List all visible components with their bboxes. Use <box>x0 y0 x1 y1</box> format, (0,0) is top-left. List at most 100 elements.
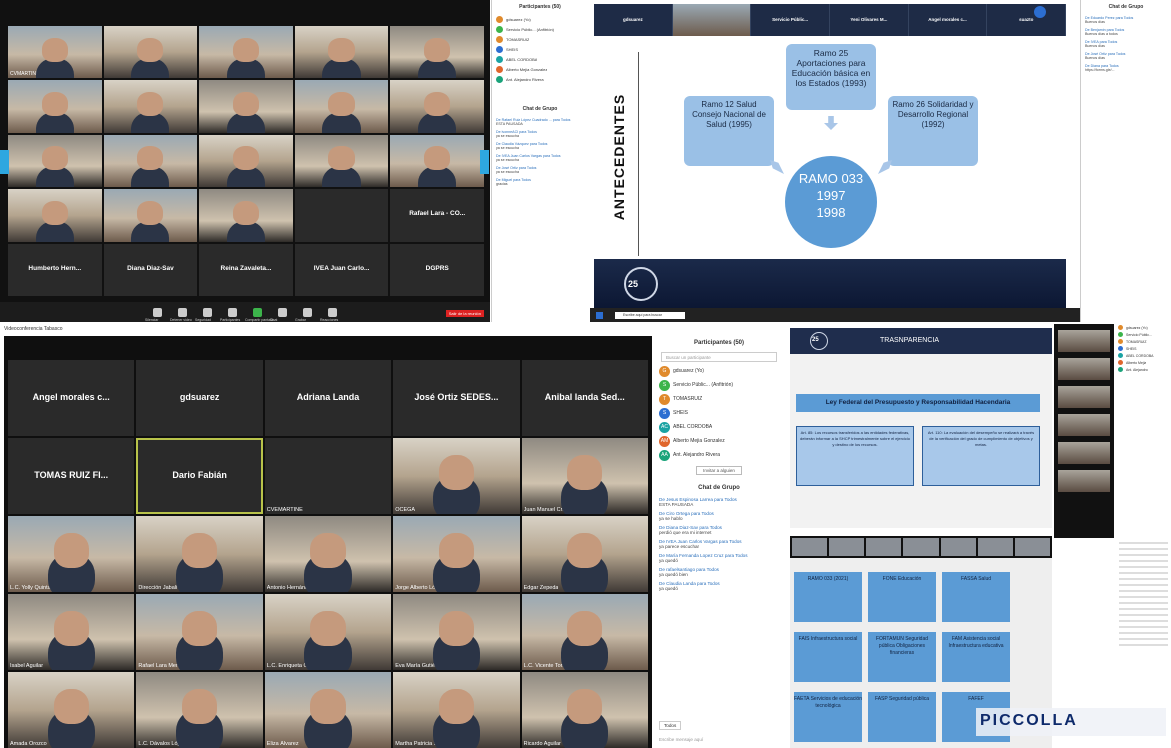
video-tile[interactable]: IVEA Juan Carlo... <box>294 243 389 296</box>
toggle-view-icon[interactable] <box>1034 6 1046 18</box>
participant-row[interactable]: ABEL CORDOBA <box>1116 352 1171 359</box>
video-tile[interactable]: Rafael Lara - CO... <box>390 189 484 242</box>
video-tile[interactable]: Juan Manuel Cruz Hdez <box>521 438 648 514</box>
video-tile[interactable]: L.C. Enriqueta Gómez <box>264 594 392 670</box>
chat-input[interactable]: Escribe mensaje aquí <box>659 737 703 742</box>
video-tile[interactable] <box>103 189 198 242</box>
toolbar-button[interactable]: Silenciar <box>145 307 162 322</box>
participant-search[interactable]: Buscar un participante <box>661 352 777 362</box>
video-tile[interactable] <box>8 189 102 242</box>
strip-tile[interactable]: Yeni Olivares M... <box>830 4 909 36</box>
video-tile[interactable] <box>199 26 293 79</box>
video-tile[interactable]: Jorge Alberto López <box>393 516 520 592</box>
participant-row[interactable]: Alberto Mejia <box>1116 359 1171 366</box>
participant-row[interactable]: T TOMASRUIZ <box>655 392 783 406</box>
video-tile[interactable] <box>390 26 484 79</box>
participant-row[interactable]: gdsuarez (Yo) <box>492 14 588 24</box>
video-tile[interactable] <box>8 80 102 133</box>
video-tile[interactable] <box>199 80 293 133</box>
video-tile[interactable]: Diana Diaz-Sav <box>103 243 198 296</box>
video-tile[interactable] <box>103 134 198 188</box>
video-tile[interactable]: Amada Orozco <box>8 672 135 748</box>
video-tile[interactable]: Adriana Landa <box>264 360 392 436</box>
video-tile[interactable]: Edgar Zepeda <box>521 516 648 592</box>
article-85-box: Art. 85: Los recursos transferidos a las… <box>796 426 914 486</box>
video-tile[interactable] <box>294 189 389 242</box>
participant-label: Amada Orozco <box>10 741 47 747</box>
participant-name: Ant. Alejandro Rivera <box>673 452 720 458</box>
video-tile[interactable]: CVEMARTINE <box>264 438 392 514</box>
video-tile[interactable]: Dirección Jabali <box>136 516 263 592</box>
prev-page-arrow[interactable] <box>0 150 9 174</box>
diagonal-arrow-left <box>770 160 784 174</box>
toolbar-button[interactable]: Seguridad <box>195 307 212 322</box>
toolbar-button[interactable]: Reacciones <box>320 307 338 322</box>
participant-row[interactable]: SHEIS <box>492 44 588 54</box>
video-tile[interactable]: Ricardo Aguilar <box>521 672 648 748</box>
video-tile[interactable] <box>294 80 389 133</box>
toolbar-button[interactable]: Participantes <box>220 307 240 322</box>
video-tile[interactable]: DGPRS <box>390 243 484 296</box>
video-tile[interactable] <box>103 26 198 79</box>
participant-row[interactable]: gdsuarez (Yo) <box>1116 324 1171 331</box>
toolbar-button[interactable]: Detener video <box>170 307 192 322</box>
video-tile[interactable]: L.C. Vicente Torres <box>521 594 648 670</box>
participant-row[interactable]: Ggdsuarez (Yo) <box>655 364 783 378</box>
video-tile[interactable]: gdsuarez <box>136 360 263 436</box>
video-tile[interactable]: OCEGA <box>393 438 520 514</box>
participant-row[interactable]: Ant. Alejandro <box>1116 366 1171 373</box>
video-tile[interactable]: Dario Fabián <box>136 438 263 514</box>
next-page-arrow[interactable] <box>480 150 489 174</box>
video-tile[interactable] <box>390 134 484 188</box>
video-tile[interactable]: L.C. Yolly Quintana Rodriguez <box>8 516 135 592</box>
participant-row[interactable]: TOMASRUIZ <box>1116 338 1171 345</box>
toolbar-button[interactable]: Grabar <box>295 307 312 322</box>
participant-row[interactable]: S Servicio Públic... (Anfitrión) <box>655 378 783 392</box>
video-tile[interactable]: Antonio Hernández Zavala <box>264 516 392 592</box>
strip-tile[interactable]: Angel morales c... <box>909 4 988 36</box>
toolbar-button[interactable]: Chat <box>270 307 287 322</box>
video-tile[interactable]: Anibal landa Sed... <box>521 360 648 436</box>
participant-row[interactable]: ABEL CORDOBA <box>492 54 588 64</box>
video-tile[interactable] <box>103 80 198 133</box>
video-tile[interactable]: José Ortiz SEDES... <box>393 360 520 436</box>
video-tile[interactable]: Martha Patricia Santiago <box>393 672 520 748</box>
video-tile[interactable]: CVMARTINE <box>8 26 102 79</box>
video-tile[interactable]: Eliza Álvarez <box>264 672 392 748</box>
participant-row[interactable]: AC ABEL CORDOBA <box>655 420 783 434</box>
video-tile[interactable]: Isabel Aguilar <box>8 594 135 670</box>
video-tile[interactable]: Rafael Lara Mena <box>136 594 263 670</box>
strip-tile[interactable]: suazto <box>987 4 1067 36</box>
video-tile[interactable] <box>199 189 293 242</box>
recipient-select[interactable]: Todos <box>659 721 682 730</box>
participant-row[interactable]: AA Ant. Alejandro Rivera <box>655 448 783 462</box>
video-tile[interactable] <box>294 134 389 188</box>
leave-button[interactable]: Salir de la reunión <box>445 310 484 317</box>
participant-row[interactable]: Alberto Mejia Gonzalez <box>492 64 588 74</box>
taskbar-search[interactable]: Escribe aquí para buscar <box>615 311 685 319</box>
participant-row[interactable]: TOMASRUIZ <box>492 34 588 44</box>
participant-row[interactable]: AM Alberto Mejia Gonzalez <box>655 434 783 448</box>
participant-row[interactable]: S SHEIS <box>655 406 783 420</box>
toolbar-button[interactable]: Compartir pantalla <box>245 307 274 322</box>
video-tile[interactable] <box>294 26 389 79</box>
video-tile[interactable]: Humberto Hern... <box>8 243 102 296</box>
participant-name: Dario Fabián <box>172 469 227 480</box>
video-tile[interactable] <box>8 134 102 188</box>
participant-row[interactable]: Servicio Públic... (Anfitrión) <box>492 24 588 34</box>
participant-row[interactable]: Ant. Alejandro Rivera <box>492 74 588 84</box>
video-tile[interactable] <box>199 134 293 188</box>
windows-start-icon[interactable] <box>596 311 603 319</box>
invite-button[interactable]: Invitar a alguien <box>696 466 742 475</box>
participant-row[interactable]: SHEIS <box>1116 345 1171 352</box>
video-tile[interactable]: Reina Zavaleta... <box>199 243 293 296</box>
video-tile[interactable] <box>390 80 484 133</box>
video-tile[interactable]: TOMAS RUIZ FI... <box>8 438 135 514</box>
video-tile[interactable]: Eva María Gutiérrez <box>393 594 520 670</box>
video-tile[interactable]: L.C. Dávalos López López <box>136 672 263 748</box>
strip-tile[interactable] <box>672 4 752 36</box>
strip-tile[interactable]: gdsuarez <box>594 4 673 36</box>
participant-row[interactable]: Servicio Públic... <box>1116 331 1171 338</box>
strip-tile[interactable]: Servicio Públic... <box>751 4 831 36</box>
video-tile[interactable]: Angel morales c... <box>8 360 135 436</box>
